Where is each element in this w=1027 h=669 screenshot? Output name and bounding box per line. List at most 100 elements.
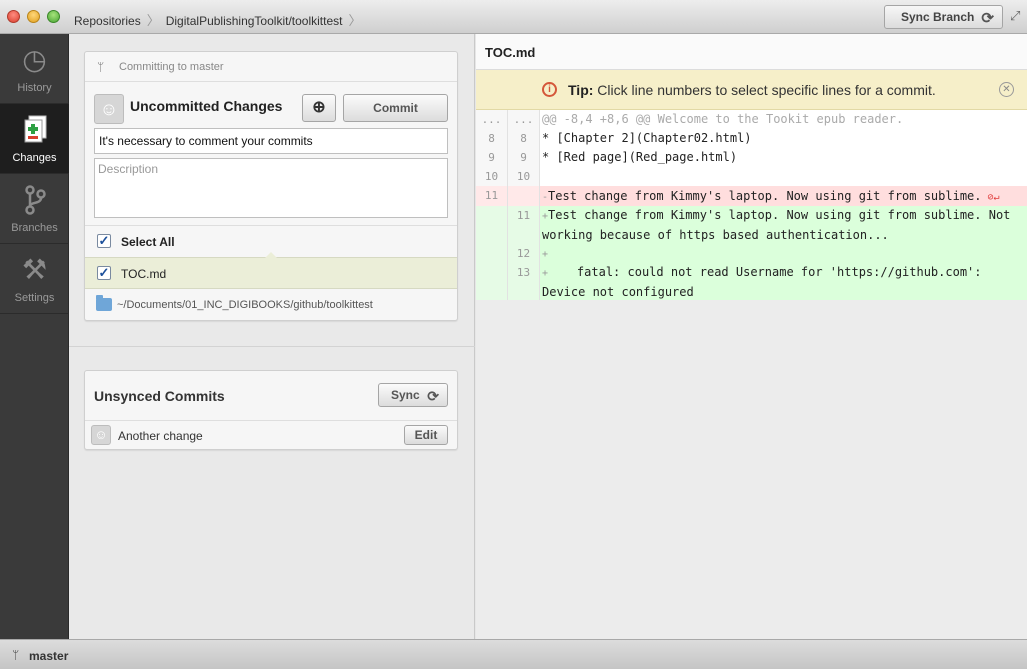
file-checkbox[interactable]: ✓ bbox=[97, 266, 111, 280]
fullscreen-icon[interactable]: ⤢ bbox=[1010, 8, 1026, 24]
repo-path: ~/Documents/01_INC_DIGIBOOKS/github/tool… bbox=[117, 299, 373, 311]
line-number-new[interactable]: 10 bbox=[508, 167, 540, 186]
diff-view: ... ... @@ -8,4 +8,6 @@ Welcome to the T… bbox=[476, 110, 1027, 300]
line-number-new[interactable]: 12 bbox=[508, 244, 540, 263]
line-number-old[interactable]: ... bbox=[476, 110, 508, 129]
branches-icon bbox=[0, 184, 69, 216]
settings-icon: ⚒ bbox=[21, 254, 48, 285]
commit-description-input[interactable] bbox=[94, 158, 448, 218]
line-number-old[interactable] bbox=[476, 263, 508, 300]
repo-path-row[interactable]: ~/Documents/01_INC_DIGIBOOKS/github/tool… bbox=[85, 289, 457, 320]
diff-line: 10 10 bbox=[476, 167, 1027, 186]
line-number-old[interactable]: 9 bbox=[476, 148, 508, 167]
commit-button[interactable]: Commit bbox=[343, 94, 448, 122]
uncommitted-header-row: ☺ Uncommitted Changes ⊕ Commit bbox=[85, 82, 457, 126]
uncommitted-changes-title: Uncommitted Changes bbox=[130, 98, 283, 114]
diff-code: + bbox=[540, 244, 1027, 264]
diff-file-header: TOC.md bbox=[476, 34, 1027, 70]
sync-icon: ⟳ bbox=[981, 10, 994, 27]
status-bar: ᛘ master bbox=[0, 639, 1027, 669]
left-nav: ◷ History Changes Branches ⚒ Settings bbox=[0, 34, 69, 639]
chevron-right-icon: 〉 bbox=[348, 13, 362, 28]
nav-label-history: History bbox=[17, 82, 52, 94]
panel-divider bbox=[69, 346, 475, 347]
chevron-right-icon: 〉 bbox=[146, 13, 160, 28]
line-number-new[interactable]: ... bbox=[508, 110, 540, 129]
changes-icon bbox=[0, 114, 69, 146]
diff-code: @@ -8,4 +8,6 @@ Welcome to the Tookit ep… bbox=[542, 112, 904, 126]
line-number-old[interactable]: 11 bbox=[476, 186, 508, 206]
sync-label: Sync bbox=[391, 388, 420, 402]
no-newline-icon: ⊘↵ bbox=[981, 192, 1000, 203]
close-icon[interactable]: ✕ bbox=[999, 82, 1014, 97]
unsynced-commit-row[interactable]: ☺ Another change Edit bbox=[85, 420, 457, 450]
tip-bold: Tip: bbox=[568, 82, 594, 98]
diff-code: * [Red page](Red_page.html) bbox=[542, 150, 738, 164]
sync-branch-button[interactable]: Sync Branch ⟳ bbox=[884, 5, 1003, 29]
branch-icon: ᛘ bbox=[97, 60, 105, 74]
commit-message: Another change bbox=[118, 429, 203, 443]
avatar: ☺ bbox=[91, 425, 111, 445]
nav-item-history[interactable]: ◷ History bbox=[0, 34, 69, 104]
tip-text: Tip: Click line numbers to select specif… bbox=[568, 82, 936, 98]
sync-icon: ⟳ bbox=[427, 388, 439, 404]
line-number-old[interactable]: 10 bbox=[476, 167, 508, 186]
unsynced-commits-title: Unsynced Commits bbox=[94, 388, 225, 404]
add-coauthor-button[interactable]: ⊕ bbox=[302, 94, 336, 122]
nav-item-changes[interactable]: Changes bbox=[0, 104, 69, 174]
nav-label-branches: Branches bbox=[11, 222, 58, 234]
diff-line-deleted: 11 -Test change from Kimmy's laptop. Now… bbox=[476, 186, 1027, 206]
nav-item-settings[interactable]: ⚒ Settings bbox=[0, 244, 69, 314]
selection-notch bbox=[265, 252, 277, 258]
window-zoom-button[interactable] bbox=[47, 10, 60, 23]
tip-banner: i Tip: Click line numbers to select spec… bbox=[476, 70, 1027, 110]
file-row[interactable]: ✓ TOC.md bbox=[85, 252, 457, 289]
window-close-button[interactable] bbox=[7, 10, 20, 23]
diff-text: Test change from Kimmy's laptop. Now usi… bbox=[548, 189, 982, 203]
diff-file-title: TOC.md bbox=[485, 45, 536, 60]
line-number-new[interactable] bbox=[508, 186, 540, 206]
branches-svg bbox=[24, 185, 46, 215]
diff-line: 9 9 * [Red page](Red_page.html) bbox=[476, 148, 1027, 167]
diff-marker: + bbox=[542, 249, 549, 260]
changes-document-svg bbox=[24, 115, 46, 143]
breadcrumb-repo[interactable]: DigitalPublishingToolkit/toolkittest bbox=[166, 14, 343, 28]
folder-icon bbox=[96, 295, 112, 311]
window-minimize-button[interactable] bbox=[27, 10, 40, 23]
commit-summary-input[interactable] bbox=[94, 128, 448, 154]
diff-code: + fatal: could not read Username for 'ht… bbox=[540, 263, 1027, 302]
info-icon: i bbox=[542, 82, 557, 97]
history-icon: ◷ bbox=[22, 44, 47, 75]
line-number-new[interactable]: 11 bbox=[508, 206, 540, 244]
diff-line-added: 13 + fatal: could not read Username for … bbox=[476, 263, 1027, 300]
nav-item-branches[interactable]: Branches bbox=[0, 174, 69, 244]
committing-to-header: ᛘ Committing to master bbox=[85, 52, 457, 82]
changes-panel: ᛘ Committing to master ☺ Uncommitted Cha… bbox=[69, 34, 475, 639]
diff-panel: TOC.md i Tip: Click line numbers to sele… bbox=[476, 34, 1027, 639]
uncommitted-changes-card: ᛘ Committing to master ☺ Uncommitted Cha… bbox=[84, 51, 458, 321]
edit-commit-button[interactable]: Edit bbox=[404, 425, 448, 445]
diff-line-added: 12 + bbox=[476, 244, 1027, 263]
nav-label-settings: Settings bbox=[14, 292, 55, 304]
nav-label-changes: Changes bbox=[12, 152, 57, 164]
tip-message: Click line numbers to select specific li… bbox=[597, 82, 936, 98]
avatar: ☺ bbox=[94, 94, 124, 124]
branch-icon: ᛘ bbox=[12, 648, 20, 662]
line-number-new[interactable]: 8 bbox=[508, 129, 540, 148]
diff-code: +Test change from Kimmy's laptop. Now us… bbox=[540, 206, 1027, 245]
diff-text: Test change from Kimmy's laptop. Now usi… bbox=[542, 208, 1018, 242]
line-number-old[interactable] bbox=[476, 244, 508, 263]
diff-line: 8 8 * [Chapter 2](Chapter02.html) bbox=[476, 129, 1027, 148]
sync-button[interactable]: Sync ⟳ bbox=[378, 383, 448, 407]
breadcrumb: Repositories 〉 DigitalPublishingToolkit/to… bbox=[74, 10, 368, 29]
diff-line-added: 11 +Test change from Kimmy's laptop. Now… bbox=[476, 206, 1027, 244]
line-number-new[interactable]: 13 bbox=[508, 263, 540, 300]
diff-line-hunk: ... ... @@ -8,4 +8,6 @@ Welcome to the T… bbox=[476, 110, 1027, 129]
line-number-old[interactable] bbox=[476, 206, 508, 244]
select-all-checkbox[interactable]: ✓ bbox=[97, 234, 111, 248]
line-number-old[interactable]: 8 bbox=[476, 129, 508, 148]
line-number-new[interactable]: 9 bbox=[508, 148, 540, 167]
breadcrumb-repositories[interactable]: Repositories bbox=[74, 14, 141, 28]
current-branch[interactable]: master bbox=[29, 649, 68, 663]
diff-code: * [Chapter 2](Chapter02.html) bbox=[542, 131, 752, 145]
